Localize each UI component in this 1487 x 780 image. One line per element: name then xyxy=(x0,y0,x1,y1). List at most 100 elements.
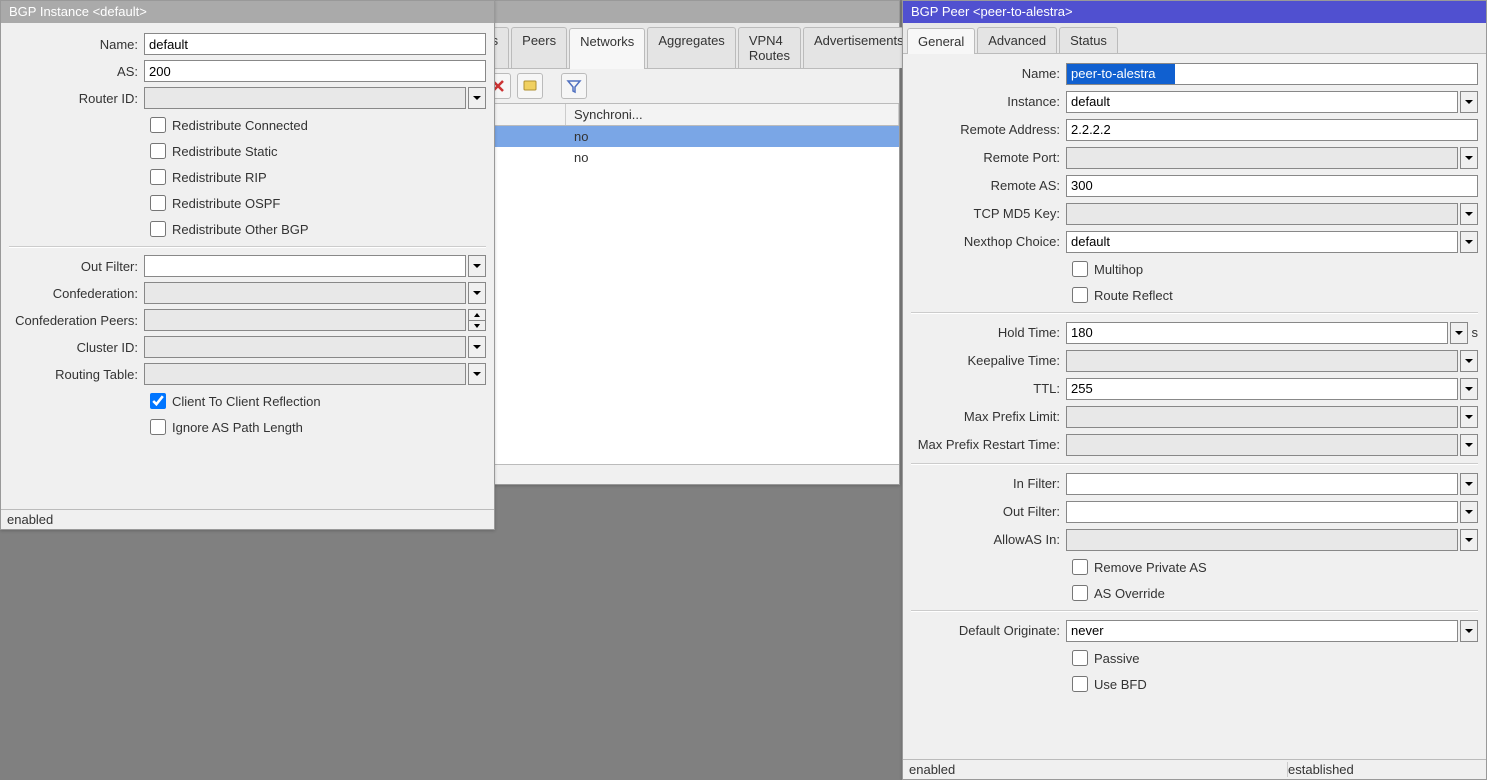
route-reflect-check[interactable] xyxy=(1072,287,1088,303)
remote-addr-field[interactable] xyxy=(1066,119,1478,141)
ttl-field[interactable] xyxy=(1066,378,1458,400)
remote-port-field[interactable] xyxy=(1066,147,1458,169)
peer-out-filter-label: Out Filter: xyxy=(911,504,1066,519)
client-reflection-label: Client To Client Reflection xyxy=(172,394,321,409)
tab-vpn4[interactable]: VPN4 Routes xyxy=(738,27,801,68)
default-originate-field[interactable] xyxy=(1066,620,1458,642)
hold-time-field[interactable] xyxy=(1066,322,1448,344)
name-field[interactable] xyxy=(144,33,486,55)
redist-other-bgp-label: Redistribute Other BGP xyxy=(172,222,309,237)
outfilter-dropdown[interactable] xyxy=(468,255,486,277)
allowas-field[interactable] xyxy=(1066,529,1458,551)
seconds-unit: s xyxy=(1472,325,1479,340)
instance-title: BGP Instance <default> xyxy=(1,1,494,23)
row-sync: no xyxy=(566,149,899,166)
in-filter-field[interactable] xyxy=(1066,473,1458,495)
col-synchronize[interactable]: Synchroni... xyxy=(566,104,899,125)
filter-button[interactable] xyxy=(561,73,587,99)
confed-field[interactable] xyxy=(144,282,466,304)
ttl-dropdown[interactable] xyxy=(1460,378,1478,400)
clusterid-field[interactable] xyxy=(144,336,466,358)
bgp-instance-window: BGP Instance <default> Name: AS: Router … xyxy=(0,0,495,530)
instance-status-text: enabled xyxy=(7,512,488,527)
in-filter-label: In Filter: xyxy=(911,476,1066,491)
peer-instance-field[interactable] xyxy=(1066,91,1458,113)
row-sync: no xyxy=(566,128,899,145)
ttl-label: TTL: xyxy=(911,381,1066,396)
remote-addr-label: Remote Address: xyxy=(911,122,1066,137)
tab-status[interactable]: Status xyxy=(1059,27,1118,53)
peer-instance-dropdown[interactable] xyxy=(1460,91,1478,113)
ignore-as-path-check[interactable] xyxy=(150,419,166,435)
tab-general[interactable]: General xyxy=(907,28,975,54)
remote-as-label: Remote AS: xyxy=(911,178,1066,193)
max-prefix-restart-label: Max Prefix Restart Time: xyxy=(911,437,1066,452)
use-bfd-check[interactable] xyxy=(1072,676,1088,692)
peer-statusbar: enabled established xyxy=(903,759,1486,779)
tcp-md5-field[interactable] xyxy=(1066,203,1458,225)
peer-instance-label: Instance: xyxy=(911,94,1066,109)
nexthop-label: Nexthop Choice: xyxy=(911,234,1066,249)
tab-advertisements[interactable]: Advertisements xyxy=(803,27,915,68)
use-bfd-label: Use BFD xyxy=(1094,677,1147,692)
tab-peers[interactable]: Peers xyxy=(511,27,567,68)
as-override-check[interactable] xyxy=(1072,585,1088,601)
redist-rip-check[interactable] xyxy=(150,169,166,185)
redist-static-check[interactable] xyxy=(150,143,166,159)
allowas-dropdown[interactable] xyxy=(1460,529,1478,551)
confedpeers-label: Confederation Peers: xyxy=(9,313,144,328)
hold-time-label: Hold Time: xyxy=(911,325,1066,340)
remote-as-field[interactable] xyxy=(1066,175,1478,197)
redist-ospf-check[interactable] xyxy=(150,195,166,211)
peer-title: BGP Peer <peer-to-alestra> xyxy=(903,1,1486,23)
nexthop-dropdown[interactable] xyxy=(1460,231,1478,253)
remote-port-dropdown[interactable] xyxy=(1460,147,1478,169)
peer-name-label: Name: xyxy=(911,66,1066,81)
peer-out-filter-dropdown[interactable] xyxy=(1460,501,1478,523)
passive-label: Passive xyxy=(1094,651,1140,666)
routingtable-field[interactable] xyxy=(144,363,466,385)
confed-dropdown[interactable] xyxy=(468,282,486,304)
redist-connected-label: Redistribute Connected xyxy=(172,118,308,133)
keepalive-field[interactable] xyxy=(1066,350,1458,372)
peer-status-right: established xyxy=(1288,762,1480,777)
max-prefix-restart-field[interactable] xyxy=(1066,434,1458,456)
client-reflection-check[interactable] xyxy=(150,393,166,409)
redist-other-bgp-check[interactable] xyxy=(150,221,166,237)
tcp-md5-dropdown[interactable] xyxy=(1460,203,1478,225)
routingtable-dropdown[interactable] xyxy=(468,363,486,385)
passive-check[interactable] xyxy=(1072,650,1088,666)
confedpeers-stepper[interactable] xyxy=(468,309,486,331)
max-prefix-field[interactable] xyxy=(1066,406,1458,428)
routerid-dropdown[interactable] xyxy=(468,87,486,109)
default-originate-dropdown[interactable] xyxy=(1460,620,1478,642)
hold-time-dropdown[interactable] xyxy=(1450,322,1468,344)
peer-tabs: General Advanced Status xyxy=(903,23,1486,54)
max-prefix-dropdown[interactable] xyxy=(1460,406,1478,428)
as-field[interactable] xyxy=(144,60,486,82)
tab-advanced[interactable]: Advanced xyxy=(977,27,1057,53)
max-prefix-restart-dropdown[interactable] xyxy=(1460,434,1478,456)
bgp-peer-window: BGP Peer <peer-to-alestra> General Advan… xyxy=(902,0,1487,780)
tab-aggregates[interactable]: Aggregates xyxy=(647,27,736,68)
redist-connected-check[interactable] xyxy=(150,117,166,133)
nexthop-field[interactable] xyxy=(1066,231,1458,253)
clusterid-dropdown[interactable] xyxy=(468,336,486,358)
remove-private-check[interactable] xyxy=(1072,559,1088,575)
peer-name-field[interactable] xyxy=(1066,63,1478,85)
tcp-md5-label: TCP MD5 Key: xyxy=(911,206,1066,221)
comment-button[interactable] xyxy=(517,73,543,99)
in-filter-dropdown[interactable] xyxy=(1460,473,1478,495)
outfilter-field[interactable] xyxy=(144,255,466,277)
tab-networks[interactable]: Networks xyxy=(569,28,645,69)
peer-out-filter-field[interactable] xyxy=(1066,501,1458,523)
keepalive-dropdown[interactable] xyxy=(1460,350,1478,372)
confed-label: Confederation: xyxy=(9,286,144,301)
multihop-check[interactable] xyxy=(1072,261,1088,277)
ignore-as-path-label: Ignore AS Path Length xyxy=(172,420,303,435)
route-reflect-label: Route Reflect xyxy=(1094,288,1173,303)
instance-statusbar: enabled xyxy=(1,509,494,529)
name-label: Name: xyxy=(9,37,144,52)
confedpeers-field[interactable] xyxy=(144,309,466,331)
routerid-field[interactable] xyxy=(144,87,466,109)
